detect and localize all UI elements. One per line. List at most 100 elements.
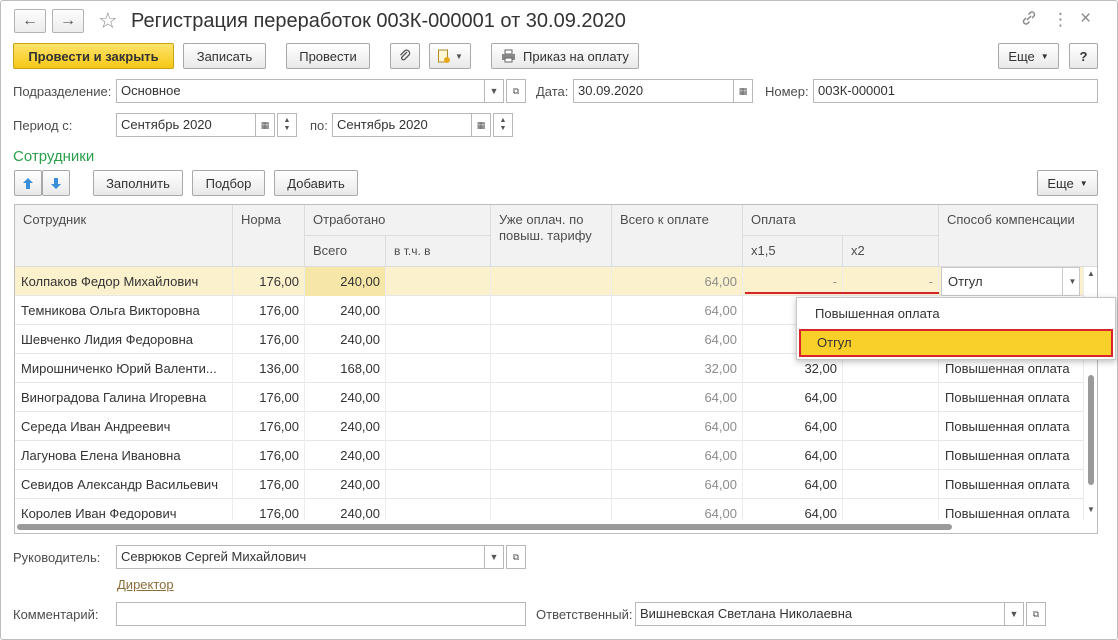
header-norm[interactable]: Норма [233, 205, 305, 267]
x2-cell[interactable] [843, 470, 939, 499]
x2-cell[interactable] [843, 441, 939, 470]
empty-cell[interactable] [491, 325, 612, 354]
empty-cell[interactable] [491, 354, 612, 383]
employee-cell[interactable]: Середа Иван Андреевич [15, 412, 233, 441]
empty-cell[interactable] [491, 470, 612, 499]
manager-open-button[interactable]: ⧉ [506, 545, 526, 569]
number-field[interactable]: 003К-000001 [813, 79, 1098, 103]
empty-cell[interactable] [386, 470, 491, 499]
post-button[interactable]: Провести [286, 43, 370, 69]
header-payment[interactable]: Оплата [743, 205, 939, 236]
norm-cell[interactable]: 176,00 [233, 296, 305, 325]
close-icon[interactable]: × [1080, 8, 1091, 30]
responsible-dropdown-button[interactable]: ▼ [1004, 602, 1024, 626]
division-field[interactable]: Основное [116, 79, 485, 103]
worked-cell[interactable]: 240,00 [305, 296, 386, 325]
header-worked[interactable]: Отработано [305, 205, 491, 236]
date-calendar-button[interactable]: ▦ [733, 79, 753, 103]
empty-cell[interactable] [491, 441, 612, 470]
employee-cell[interactable]: Севидов Александр Васильевич [15, 470, 233, 499]
create-based-on-button[interactable]: ▼ [429, 43, 471, 69]
back-button[interactable]: ← [14, 9, 46, 33]
move-down-button[interactable] [42, 170, 70, 196]
dropdown-option-increased-pay[interactable]: Повышенная оплата [799, 300, 1113, 328]
norm-cell[interactable]: 176,00 [233, 412, 305, 441]
x2-cell[interactable] [843, 383, 939, 412]
x15-cell[interactable]: 64,00 [743, 412, 843, 441]
table-row[interactable]: Лагунова Елена Ивановна 176,00 240,00 64,00… [15, 441, 1084, 470]
empty-cell[interactable] [491, 296, 612, 325]
norm-cell[interactable]: 176,00 [233, 441, 305, 470]
employee-cell[interactable]: Темникова Ольга Викторовна [15, 296, 233, 325]
total-to-pay-cell[interactable]: 64,00 [612, 412, 743, 441]
norm-cell[interactable]: 136,00 [233, 354, 305, 383]
empty-cell[interactable] [386, 325, 491, 354]
norm-cell[interactable]: 176,00 [233, 325, 305, 354]
period-from-calendar-button[interactable]: ▦ [255, 113, 275, 137]
dropdown-option-day-off[interactable]: Отгул [799, 329, 1113, 357]
header-x2[interactable]: х2 [843, 236, 939, 267]
link-icon[interactable] [1021, 10, 1037, 30]
worked-cell[interactable]: 168,00 [305, 354, 386, 383]
employee-cell[interactable]: Мирошниченко Юрий Валенти... [15, 354, 233, 383]
fill-button[interactable]: Заполнить [93, 170, 183, 196]
save-button[interactable]: Записать [183, 43, 266, 69]
compensation-cell[interactable]: Повышенная оплата [939, 470, 1084, 499]
worked-cell[interactable]: 240,00 [305, 441, 386, 470]
compensation-cell[interactable]: Отгул [941, 267, 1080, 296]
worked-cell[interactable]: 240,00 [305, 267, 386, 296]
total-to-pay-cell[interactable]: 64,00 [612, 325, 743, 354]
date-field[interactable]: 30.09.2020 [573, 79, 734, 103]
empty-cell[interactable] [386, 267, 491, 296]
empty-cell[interactable] [386, 412, 491, 441]
norm-cell[interactable]: 176,00 [233, 383, 305, 412]
scroll-up-icon[interactable]: ▲ [1087, 269, 1095, 278]
empty-cell[interactable] [386, 441, 491, 470]
total-to-pay-cell[interactable]: 32,00 [612, 354, 743, 383]
responsible-field[interactable]: Вишневская Светлана Николаевна [635, 602, 1005, 626]
employee-cell[interactable]: Лагунова Елена Ивановна [15, 441, 233, 470]
employee-cell[interactable]: Колпаков Федор Михайлович [15, 267, 233, 296]
period-to-stepper[interactable]: ▲ ▼ [493, 113, 513, 137]
empty-cell[interactable] [491, 383, 612, 412]
total-to-pay-cell[interactable]: 64,00 [612, 296, 743, 325]
worked-cell[interactable]: 240,00 [305, 325, 386, 354]
table-row[interactable]: Виноградова Галина Игоревна 176,00 240,00 6… [15, 383, 1084, 412]
scroll-down-icon[interactable]: ▼ [1087, 505, 1095, 514]
header-employee[interactable]: Сотрудник [15, 205, 233, 267]
comment-field[interactable] [116, 602, 526, 626]
print-order-button[interactable]: Приказ на оплату [491, 43, 639, 69]
header-compensation[interactable]: Способ компенсации [939, 205, 1097, 267]
help-button[interactable]: ? [1069, 43, 1098, 69]
norm-cell[interactable]: 176,00 [233, 267, 305, 296]
post-and-close-button[interactable]: Провести и закрыть [13, 43, 174, 69]
period-from-stepper[interactable]: ▲ ▼ [277, 113, 297, 137]
more-vertical-icon[interactable]: ⋮ [1052, 10, 1069, 30]
favorite-star-icon[interactable]: ☆ [98, 8, 118, 34]
compensation-dropdown-button[interactable]: ▼ [1062, 268, 1082, 295]
add-button[interactable]: Добавить [274, 170, 358, 196]
manager-position-link[interactable]: Директор [117, 577, 174, 592]
total-to-pay-cell[interactable]: 64,00 [612, 267, 743, 296]
header-x15[interactable]: х1,5 [743, 236, 843, 267]
total-to-pay-cell[interactable]: 64,00 [612, 383, 743, 412]
more-button[interactable]: Еще ▼ [998, 43, 1059, 69]
forward-button[interactable]: → [52, 9, 84, 33]
horizontal-scrollbar[interactable] [15, 520, 1097, 533]
compensation-cell[interactable]: Повышенная оплата [939, 441, 1084, 470]
select-button[interactable]: Подбор [192, 170, 265, 196]
employee-cell[interactable]: Шевченко Лидия Федоровна [15, 325, 233, 354]
x15-cell[interactable]: 64,00 [743, 383, 843, 412]
x15-cell[interactable]: 64,00 [743, 470, 843, 499]
table-row[interactable]: Середа Иван Андреевич 176,00 240,00 64,00 64… [15, 412, 1084, 441]
attach-button[interactable] [390, 43, 420, 69]
header-worked-total[interactable]: Всего [305, 236, 386, 267]
x2-cell[interactable] [843, 412, 939, 441]
header-already-paid[interactable]: Уже оплач. по повыш. тарифу [491, 205, 612, 267]
empty-cell[interactable] [386, 296, 491, 325]
horizontal-scroll-thumb[interactable] [17, 524, 952, 530]
compensation-cell[interactable]: Повышенная оплата [939, 412, 1084, 441]
table-row[interactable]: Колпаков Федор Михайлович 176,00 240,00 64,… [15, 267, 1084, 296]
worked-cell[interactable]: 240,00 [305, 470, 386, 499]
period-from-field[interactable]: Сентябрь 2020 [116, 113, 256, 137]
